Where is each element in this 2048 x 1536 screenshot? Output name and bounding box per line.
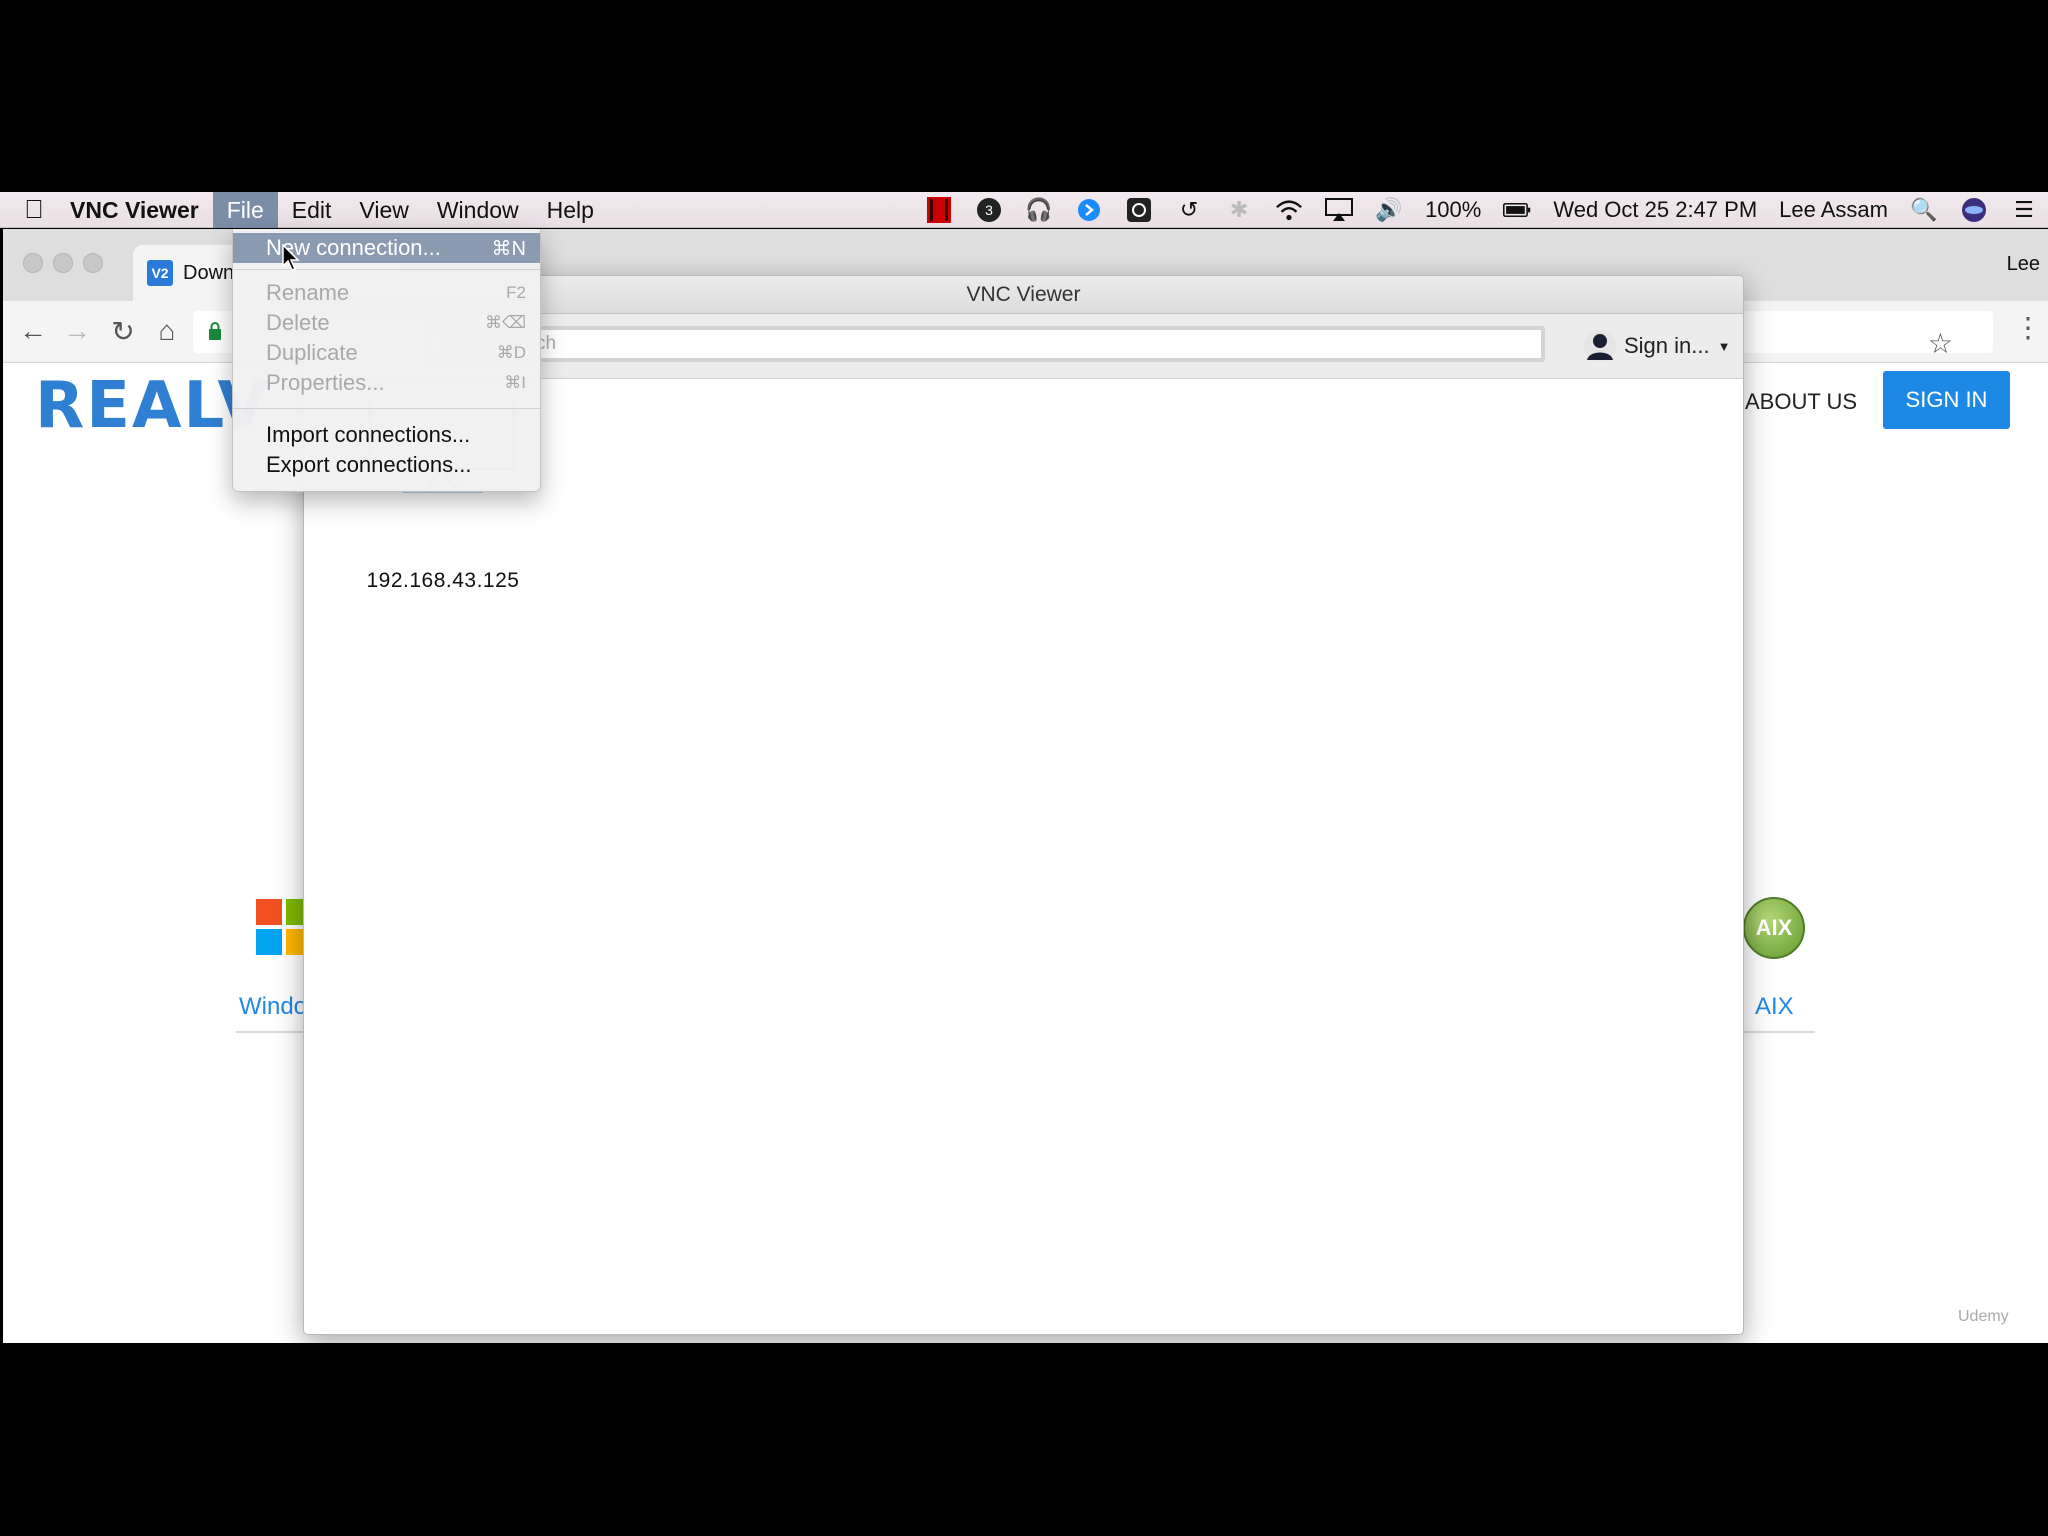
menu-item-duplicate[interactable]: Duplicate ⌘D xyxy=(233,338,540,368)
menu-separator xyxy=(233,269,540,270)
site-sign-in-button[interactable]: SIGN IN xyxy=(1883,371,2010,429)
bookmark-star-icon[interactable]: ☆ xyxy=(1928,327,1953,360)
lock-icon xyxy=(209,322,221,340)
vnc-sign-in-button[interactable]: Sign in... ▼ xyxy=(1584,326,1730,366)
user-avatar-icon xyxy=(1584,330,1616,362)
wifi-icon[interactable] xyxy=(1275,196,1303,224)
menu-item-label: Rename xyxy=(266,280,350,305)
menu-item-delete[interactable]: Delete ⌘⌫ xyxy=(233,308,540,338)
menu-item-label: Export connections... xyxy=(266,452,472,477)
menu-item-label: Import connections... xyxy=(266,422,471,447)
notification-center-icon[interactable]: ☰ xyxy=(2010,196,2038,224)
browser-tab-title: Down xyxy=(183,261,235,284)
zoom-window-button[interactable] xyxy=(83,253,103,273)
udemy-watermark: Udemy xyxy=(1958,1308,2009,1325)
menu-separator xyxy=(233,408,540,409)
menu-item-shortcut: ⌘N xyxy=(491,237,526,260)
realvnc-favicon-icon: V2 xyxy=(147,260,173,286)
menu-item-label: Duplicate xyxy=(266,340,358,365)
nav-about-us-link[interactable]: ABOUT US xyxy=(1745,389,1857,415)
volume-icon[interactable]: 🔊 xyxy=(1375,196,1403,224)
forward-arrow-icon[interactable]: → xyxy=(59,313,95,349)
status-menus: 3 🎧 ↺ ✱ 🔊 100% Wed Oct 25 2:47 PM Lee As… xyxy=(925,192,2038,228)
menu-edit[interactable]: Edit xyxy=(278,192,346,228)
letterbox-bottom xyxy=(0,1344,2048,1536)
menu-item-label: Properties... xyxy=(266,370,385,395)
os-aix-label[interactable]: AIX xyxy=(1755,993,1794,1021)
os-windows-label[interactable]: Windo xyxy=(239,993,307,1021)
menu-item-shortcut: ⌘⌫ xyxy=(484,313,526,332)
menu-item-shortcut: ⌘D xyxy=(496,343,526,362)
clock[interactable]: Wed Oct 25 2:47 PM xyxy=(1553,197,1757,223)
notification-badge-icon[interactable]: 3 xyxy=(975,196,1003,224)
close-window-button[interactable] xyxy=(23,253,43,273)
letterbox-top xyxy=(0,0,2048,192)
menu-bar:  VNC Viewer File Edit View Window Help … xyxy=(0,191,2048,228)
battery-percentage[interactable]: 100% xyxy=(1425,197,1481,223)
minimize-window-button[interactable] xyxy=(53,253,73,273)
home-icon[interactable]: ⌂ xyxy=(149,313,185,349)
menu-view[interactable]: View xyxy=(345,192,422,228)
menu-item-properties[interactable]: Properties... ⌘I xyxy=(233,368,540,398)
os-underline xyxy=(1741,1031,1815,1033)
file-menu-dropdown: New connection... ⌘N Rename F2 Delete ⌘⌫… xyxy=(232,229,541,492)
aix-logo-icon[interactable]: AIX xyxy=(1743,897,1805,959)
spotlight-search-icon[interactable]: 🔍 xyxy=(1910,196,1938,224)
reload-icon[interactable]: ↻ xyxy=(105,313,141,349)
siri-icon[interactable] xyxy=(1960,196,1988,224)
time-machine-icon[interactable]: ↺ xyxy=(1175,196,1203,224)
address-search-input[interactable]: ess or search xyxy=(426,326,1545,362)
back-arrow-icon[interactable]: ← xyxy=(15,313,51,349)
connection-label: 192.168.43.125 xyxy=(366,569,520,592)
menu-item-shortcut: F2 xyxy=(506,283,526,302)
apple-menu-icon[interactable]:  xyxy=(0,194,50,225)
browser-profile-button[interactable]: Lee xyxy=(2007,253,2040,276)
menu-item-rename[interactable]: Rename F2 xyxy=(233,278,540,308)
menu-item-label: Delete xyxy=(266,310,330,335)
menu-file[interactable]: File xyxy=(212,191,278,228)
fast-user-switch[interactable]: Lee Assam xyxy=(1779,197,1888,223)
menu-item-import-connections[interactable]: Import connections... xyxy=(233,420,540,450)
battery-icon[interactable] xyxy=(1503,196,1531,224)
notification-count: 3 xyxy=(985,202,993,218)
screen-recorder-icon[interactable] xyxy=(925,196,953,224)
menu-help[interactable]: Help xyxy=(533,192,608,228)
app-helper-icon[interactable] xyxy=(1125,196,1153,224)
menu-item-export-connections[interactable]: Export connections... xyxy=(233,450,540,480)
mouse-pointer-icon xyxy=(282,244,300,271)
headphones-icon[interactable]: 🎧 xyxy=(1025,196,1053,224)
airplay-icon[interactable] xyxy=(1325,196,1354,224)
more-options-icon[interactable]: ⋮ xyxy=(2008,311,2048,344)
app-menu[interactable]: VNC Viewer xyxy=(50,192,213,228)
connections-area: 192.168.43.125 xyxy=(304,379,1743,1334)
chevron-down-icon: ▼ xyxy=(1717,338,1731,354)
vnc-sign-in-label: Sign in... xyxy=(1624,333,1710,358)
menu-item-new-connection[interactable]: New connection... ⌘N xyxy=(233,233,540,263)
menu-item-shortcut: ⌘I xyxy=(504,373,526,392)
shazam-icon[interactable] xyxy=(1075,196,1103,224)
bluetooth-icon[interactable]: ✱ xyxy=(1225,196,1253,224)
menu-window[interactable]: Window xyxy=(423,192,533,228)
